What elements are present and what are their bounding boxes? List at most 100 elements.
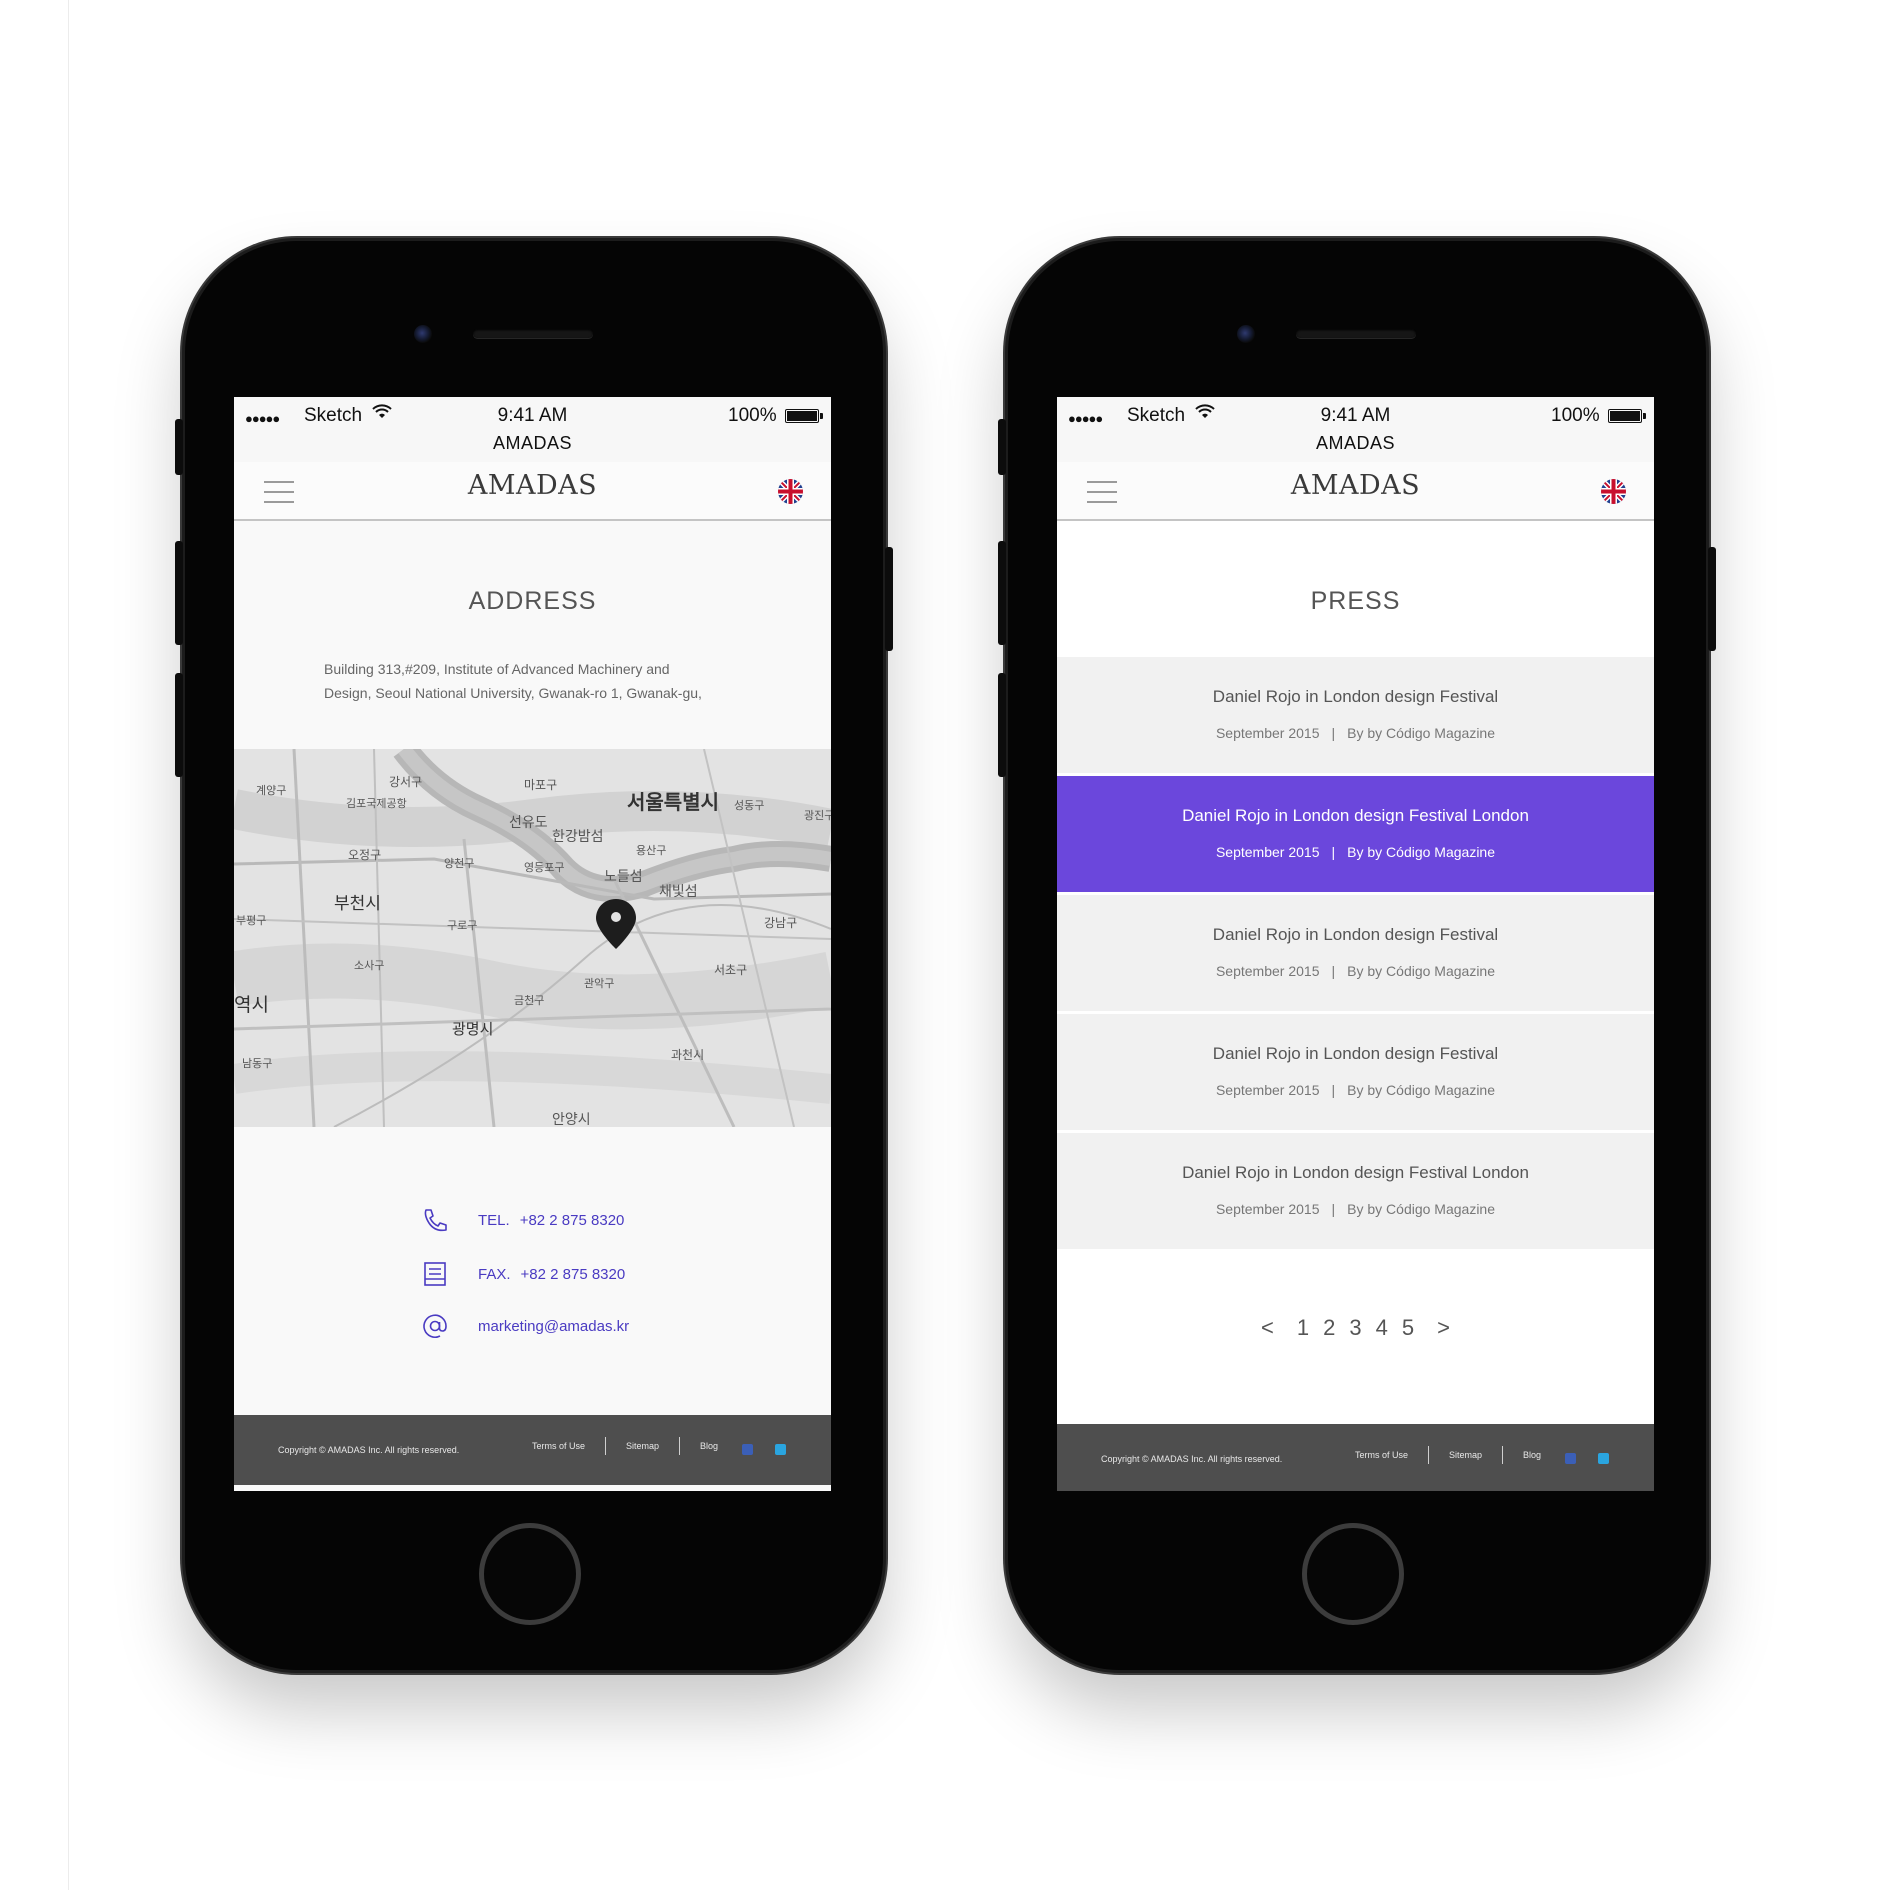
pagination-page[interactable]: 3 [1349, 1315, 1361, 1341]
address-text: Building 313,#209, Institute of Advanced… [324, 657, 744, 705]
power-button [885, 547, 893, 651]
contact-value[interactable]: +82 2 875 8320 [521, 1266, 626, 1283]
map-label: 강남구 [764, 916, 797, 930]
logo[interactable]: AMADAS [1057, 470, 1654, 501]
press-item-source: By by Código Magazine [1347, 844, 1496, 860]
press-item-active[interactable]: Daniel Rojo in London design Festival Lo… [1057, 776, 1654, 892]
logo[interactable]: AMADAS [234, 470, 831, 501]
meta-separator: | [1331, 1082, 1336, 1098]
press-item-meta: September 2015 | By by Código Magazine [1057, 725, 1654, 741]
address-line: Building 313,#209, Institute of Advanced… [324, 661, 670, 677]
footer-copyright: Copyright © AMADAS Inc. All rights reser… [1101, 1454, 1283, 1464]
twitter-icon[interactable] [1598, 1453, 1609, 1464]
facebook-icon[interactable] [1565, 1453, 1576, 1464]
contact-value[interactable]: marketing@amadas.kr [478, 1318, 629, 1335]
map-label: 과천시 [671, 1047, 704, 1062]
map-label: 채빛섬 [659, 884, 698, 900]
map-label: 서울특별시 [627, 790, 719, 814]
footer-link-sitemap[interactable]: Sitemap [626, 1441, 659, 1451]
contact-label: FAX. [478, 1265, 511, 1283]
press-item-meta: September 2015 | By by Código Magazine [1057, 1082, 1654, 1098]
footer-link-sitemap[interactable]: Sitemap [1449, 1450, 1482, 1460]
map-label: 노들섬 [604, 869, 643, 885]
map-label: 한강밤섬 [552, 829, 604, 845]
app-name: AMADAS [492, 433, 573, 453]
map-label: 계양구 [256, 784, 286, 797]
contact-value[interactable]: +82 2 875 8320 [520, 1212, 625, 1229]
contact-email[interactable]: marketing@amadas.kr [420, 1311, 629, 1341]
volume-down-button [175, 673, 183, 777]
volume-up-button [175, 541, 183, 645]
volume-up-button [998, 541, 1006, 645]
uk-flag-icon[interactable] [1601, 479, 1626, 504]
contact-label: TEL. [478, 1211, 510, 1229]
press-item-date: September 2015 [1215, 725, 1320, 741]
pagination: <1 2 3 4 5 > [1057, 1315, 1654, 1341]
footer-link-blog[interactable]: Blog [700, 1441, 718, 1451]
uk-flag-icon[interactable] [778, 479, 803, 504]
navbar: AMADAS [1057, 462, 1654, 521]
pagination-page[interactable]: 5 [1402, 1315, 1414, 1341]
home-button[interactable] [1302, 1523, 1404, 1625]
status-bar: ●●●●● Sketch 9:41 AM 100% AMADAS [234, 397, 831, 462]
battery-percent: 100% [1551, 405, 1600, 426]
meta-separator: | [1331, 844, 1336, 860]
footer-separator [1502, 1446, 1504, 1464]
home-button[interactable] [479, 1523, 581, 1625]
map-label: 소사구 [354, 959, 384, 972]
twitter-icon[interactable] [775, 1444, 786, 1455]
map-label: 역시 [234, 994, 269, 1016]
press-item-meta: September 2015 | By by Código Magazine [1057, 844, 1654, 860]
map-label: 관악구 [584, 977, 614, 990]
map-label: 광진구 [804, 809, 831, 822]
press-item-meta: September 2015 | By by Código Magazine [1057, 963, 1654, 979]
page-edge-rule [68, 0, 69, 1890]
map[interactable]: 강서구 김포국제공항 계양구 마포구 서울특별시 성동구 광진구 선유도 한강밤… [234, 749, 831, 1127]
volume-down-button [998, 673, 1006, 777]
map-label: 부평구 [236, 914, 266, 927]
address-line: Design, Seoul National University, Gwana… [324, 685, 702, 701]
contact-fax[interactable]: FAX. +82 2 875 8320 [420, 1259, 625, 1289]
pagination-page[interactable]: 4 [1376, 1315, 1388, 1341]
press-item-title: Daniel Rojo in London design Festival [1212, 925, 1499, 944]
meta-separator: | [1331, 963, 1336, 979]
earpiece-speaker [1296, 329, 1416, 338]
footer-links: Terms of Use Sitemap Blog [1355, 1446, 1541, 1464]
earpiece-speaker [473, 329, 593, 338]
facebook-icon[interactable] [742, 1444, 753, 1455]
press-item-date: September 2015 [1215, 844, 1320, 860]
map-label: 금천구 [514, 993, 544, 1007]
pagination-next[interactable]: > [1437, 1315, 1450, 1341]
pagination-page[interactable]: 1 [1297, 1315, 1309, 1341]
meta-separator: | [1331, 1201, 1336, 1217]
pagination-prev[interactable]: < [1261, 1315, 1274, 1341]
address-screen: ●●●●● Sketch 9:41 AM 100% AMADAS AMADAS [234, 397, 831, 1491]
phone-left: ●●●●● Sketch 9:41 AM 100% AMADAS AMADAS [175, 241, 893, 1670]
press-item-source: By by Código Magazine [1347, 1201, 1496, 1217]
press-item-source: By by Código Magazine [1347, 1082, 1496, 1098]
footer-link-terms[interactable]: Terms of Use [532, 1441, 585, 1451]
press-item[interactable]: Daniel Rojo in London design Festival Se… [1057, 1014, 1654, 1130]
map-label: 강서구 [389, 775, 422, 789]
footer: Copyright © AMADAS Inc. All rights reser… [1057, 1424, 1654, 1491]
at-icon [420, 1311, 450, 1341]
map-label: 양천구 [444, 856, 474, 870]
footer-link-terms[interactable]: Terms of Use [1355, 1450, 1408, 1460]
pagination-page[interactable]: 2 [1323, 1315, 1335, 1341]
press-item-title: Daniel Rojo in London design Festival Lo… [1182, 806, 1529, 825]
phone-icon [420, 1205, 450, 1235]
map-label: 남동구 [242, 1057, 272, 1070]
footer-separator [605, 1437, 607, 1455]
phone-right: ●●●●● Sketch 9:41 AM 100% AMADAS AMADAS [998, 241, 1716, 1670]
contact-tel[interactable]: TEL. +82 2 875 8320 [420, 1205, 624, 1235]
navbar: AMADAS [234, 462, 831, 521]
footer-copyright: Copyright © AMADAS Inc. All rights reser… [278, 1445, 460, 1455]
map-label: 광명시 [452, 1020, 493, 1038]
map-label: 선유도 [509, 815, 548, 831]
fax-icon [420, 1259, 450, 1289]
press-item[interactable]: Daniel Rojo in London design Festival Se… [1057, 657, 1654, 773]
press-item-title: Daniel Rojo in London design Festival [1212, 687, 1499, 706]
footer-link-blog[interactable]: Blog [1523, 1450, 1541, 1460]
press-item[interactable]: Daniel Rojo in London design Festival Lo… [1057, 1133, 1654, 1249]
press-item[interactable]: Daniel Rojo in London design Festival Se… [1057, 895, 1654, 1011]
